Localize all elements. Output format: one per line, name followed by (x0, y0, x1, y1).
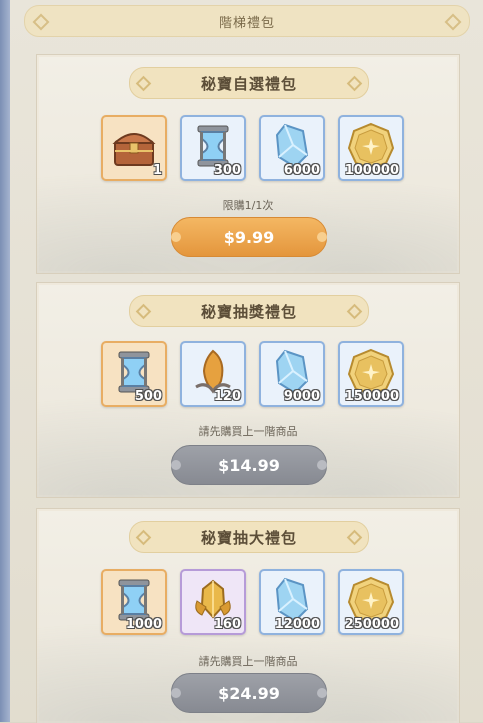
button-cap (171, 688, 181, 698)
button-cap (317, 688, 327, 698)
diamond-ornament-icon (346, 529, 363, 546)
purchase-limit-text: 限購1/1次 (222, 199, 274, 212)
section-title: 階梯禮包 (218, 15, 275, 31)
item-quantity: 12000 (274, 617, 320, 632)
item-quantity: 9000 (283, 389, 320, 404)
prerequisite-text: 請先購買上一階商品 (198, 655, 298, 668)
price-label: $9.99 (223, 227, 275, 247)
diamond-ornament-icon (444, 13, 462, 31)
gift-pack-window: 階梯禮包 秘寶自選禮包 1 300 6000 100000 限購1/1次 $9.… (0, 0, 483, 723)
window-left-edge (0, 0, 10, 722)
reward-item[interactable]: 250000 (338, 569, 404, 635)
reward-item[interactable]: 500 (101, 341, 167, 407)
pack-card-3: 秘寶抽大禮包 1000 160 12000 250000 請先購買上一階商品 $… (36, 508, 460, 723)
diamond-ornament-icon (135, 75, 152, 92)
pack-title: 秘寶抽大禮包 (200, 528, 297, 547)
section-header: 階梯禮包 (24, 5, 470, 37)
pack-title-banner: 秘寶自選禮包 (129, 67, 369, 99)
reward-item[interactable]: 300 (180, 115, 246, 181)
button-cap (171, 460, 181, 470)
item-quantity: 6000 (283, 163, 320, 178)
reward-row: 1000 160 12000 250000 (101, 569, 404, 635)
item-quantity: 100000 (344, 163, 399, 178)
reward-item[interactable]: 9000 (259, 341, 325, 407)
item-quantity: 150000 (344, 389, 399, 404)
reward-item[interactable]: 120 (180, 341, 246, 407)
buy-button[interactable]: $14.99 (171, 445, 327, 485)
diamond-ornament-icon (32, 13, 50, 31)
button-cap (317, 232, 327, 242)
reward-item[interactable]: 6000 (259, 115, 325, 181)
reward-item[interactable]: 160 (180, 569, 246, 635)
reward-row: 500 120 9000 150000 (101, 341, 404, 407)
reward-row: 1 300 6000 100000 (101, 115, 404, 181)
reward-item[interactable]: 150000 (338, 341, 404, 407)
reward-item[interactable]: 1000 (101, 569, 167, 635)
diamond-ornament-icon (346, 75, 363, 92)
pack-card-2: 秘寶抽獎禮包 500 120 9000 150000 請先購買上一階商品 $14… (36, 282, 460, 498)
item-quantity: 120 (213, 389, 241, 404)
prerequisite-text: 請先購買上一階商品 (198, 425, 298, 438)
pack-title-banner: 秘寶抽大禮包 (129, 521, 369, 553)
reward-item[interactable]: 12000 (259, 569, 325, 635)
pack-card-1: 秘寶自選禮包 1 300 6000 100000 限購1/1次 $9.99 (36, 54, 460, 274)
diamond-ornament-icon (346, 303, 363, 320)
item-quantity: 250000 (344, 617, 399, 632)
item-quantity: 300 (213, 163, 241, 178)
pack-title-banner: 秘寶抽獎禮包 (129, 295, 369, 327)
price-label: $14.99 (218, 455, 280, 475)
reward-item[interactable]: 1 (101, 115, 167, 181)
pack-title: 秘寶自選禮包 (200, 74, 297, 93)
item-quantity: 160 (213, 617, 241, 632)
button-cap (171, 232, 181, 242)
diamond-ornament-icon (135, 303, 152, 320)
buy-button[interactable]: $9.99 (171, 217, 327, 257)
price-label: $24.99 (218, 683, 280, 703)
item-quantity: 1 (152, 163, 162, 178)
button-cap (317, 460, 327, 470)
pack-title: 秘寶抽獎禮包 (200, 302, 297, 321)
reward-item[interactable]: 100000 (338, 115, 404, 181)
diamond-ornament-icon (135, 529, 152, 546)
item-quantity: 1000 (125, 617, 162, 632)
buy-button[interactable]: $24.99 (171, 673, 327, 713)
item-quantity: 500 (134, 389, 162, 404)
